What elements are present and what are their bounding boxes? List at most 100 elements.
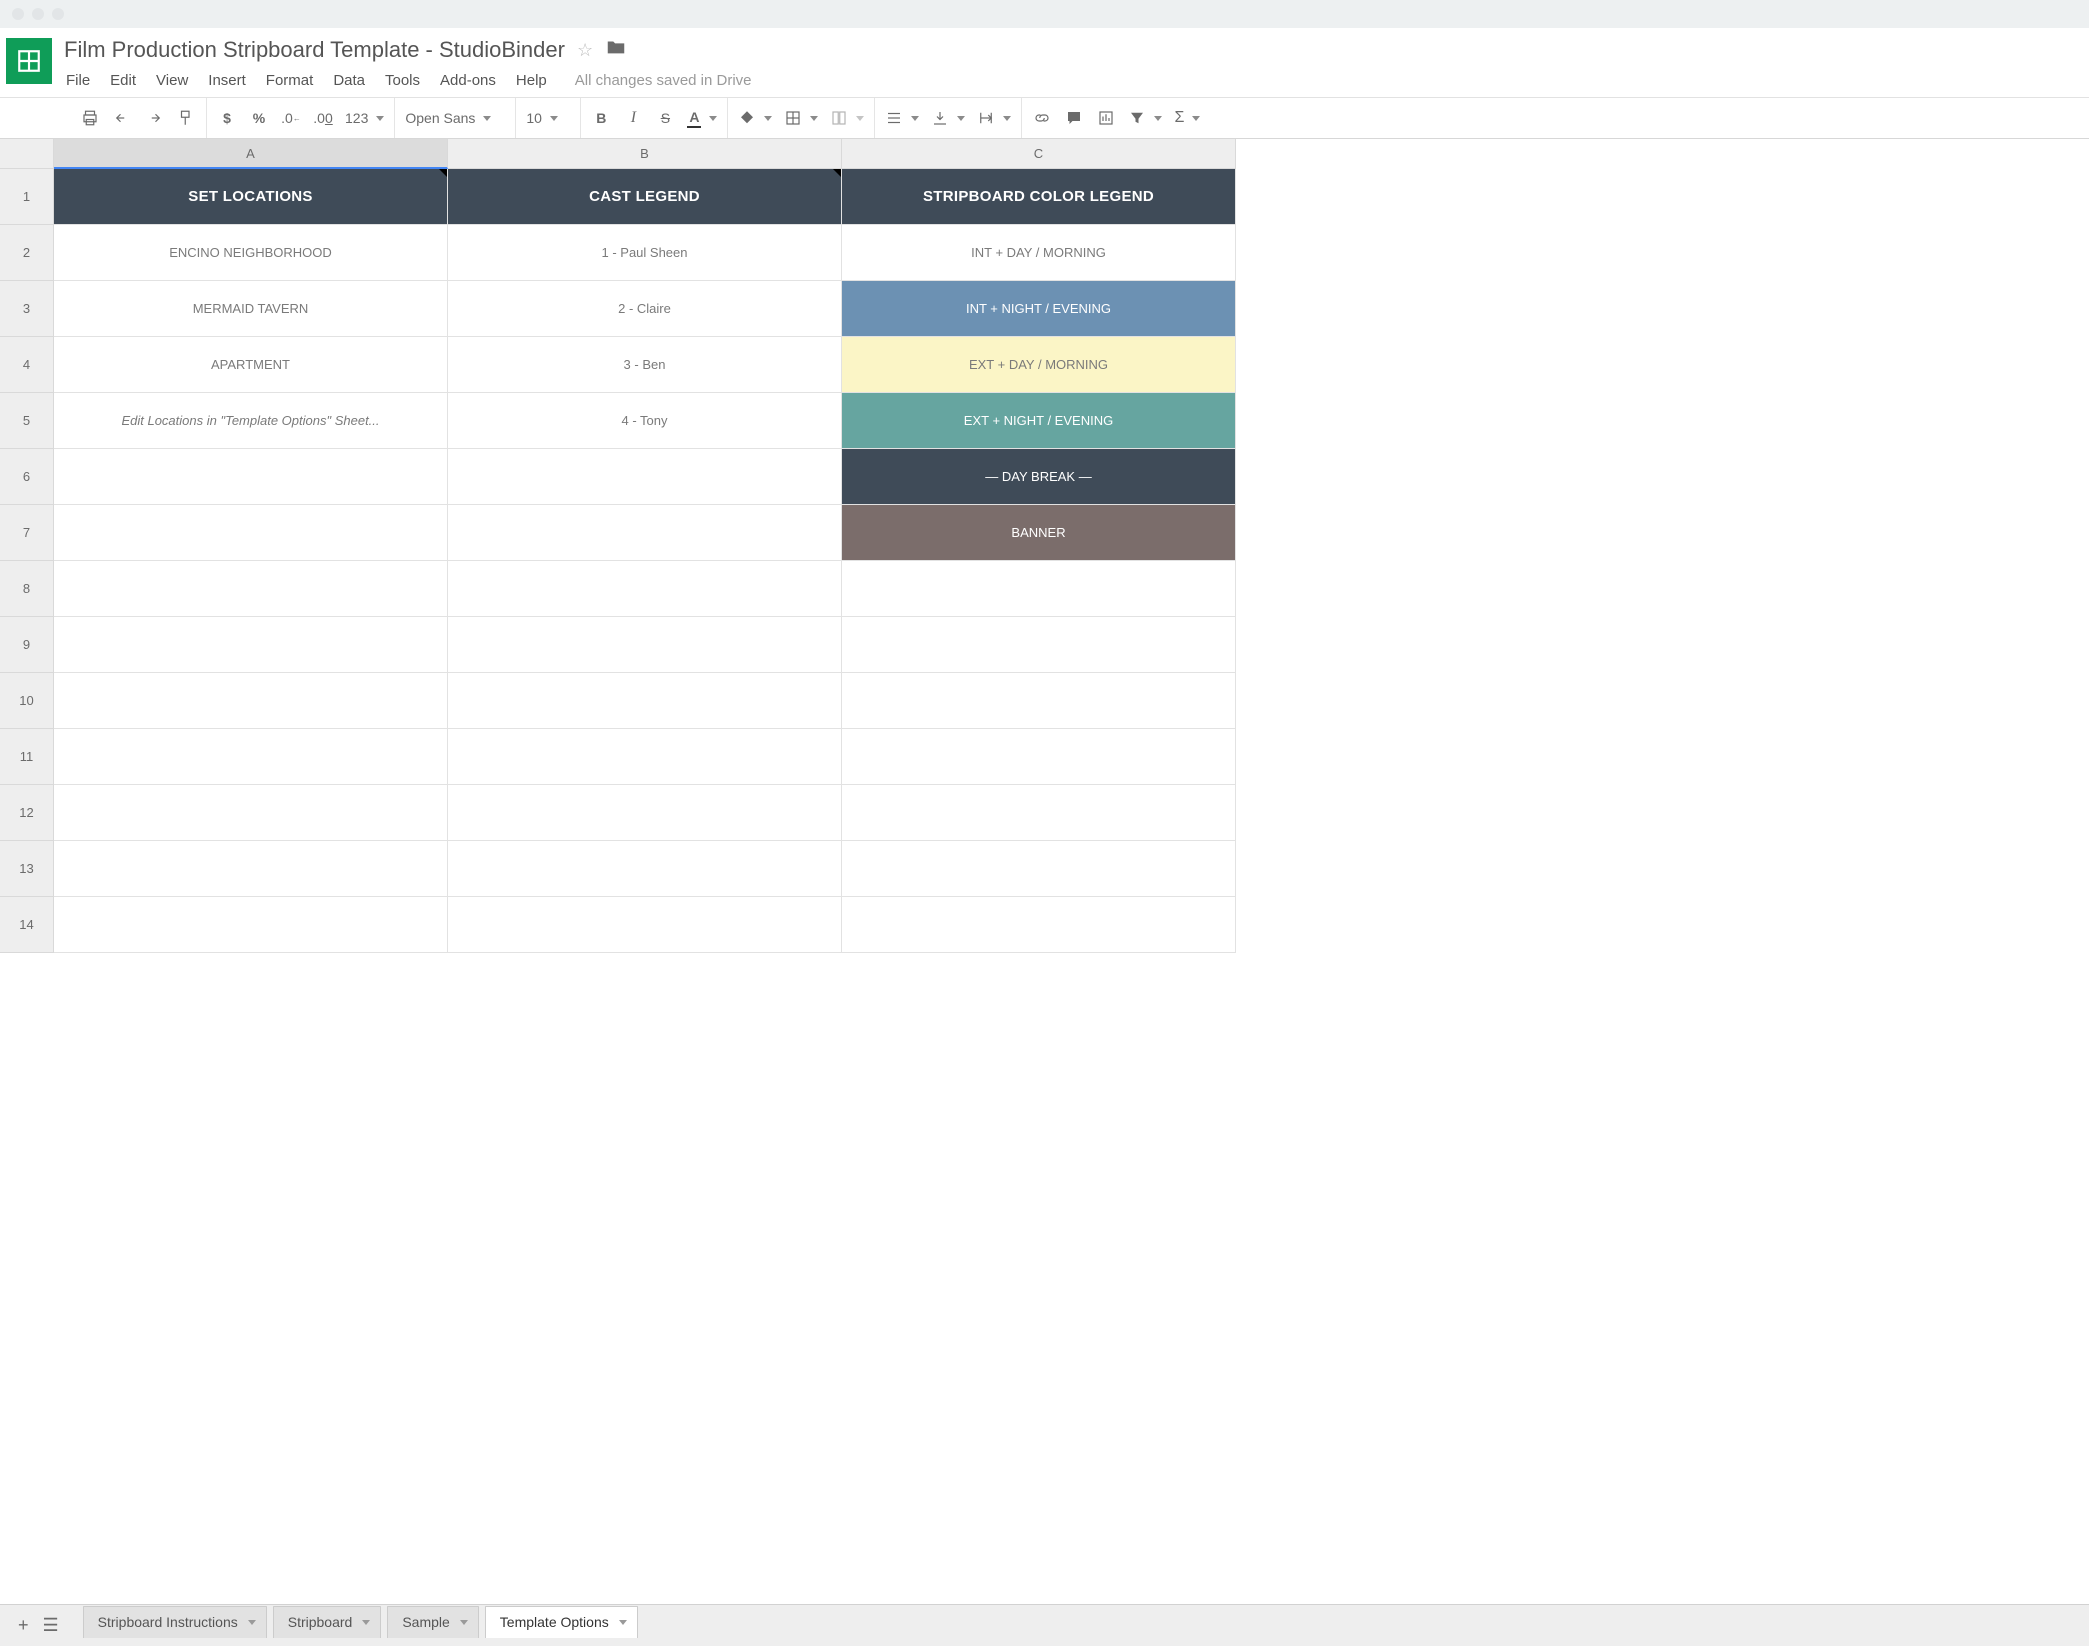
- cell-A3[interactable]: MERMAID TAVERN: [54, 281, 448, 337]
- cell-B6[interactable]: [448, 449, 842, 505]
- merge-cells-button[interactable]: [830, 109, 864, 127]
- cell-A6[interactable]: [54, 449, 448, 505]
- col-head-C[interactable]: C: [842, 139, 1236, 169]
- percent-button[interactable]: %: [249, 105, 269, 131]
- cell-B3[interactable]: 2 - Claire: [448, 281, 842, 337]
- number-format-select[interactable]: 123: [345, 110, 384, 126]
- cell-A8[interactable]: [54, 561, 448, 617]
- cell-C7[interactable]: BANNER: [842, 505, 1236, 561]
- star-icon[interactable]: ☆: [577, 40, 593, 61]
- mac-close-dot[interactable]: [12, 8, 24, 20]
- cell-A2[interactable]: ENCINO NEIGHBORHOOD: [54, 225, 448, 281]
- cell-C12[interactable]: [842, 785, 1236, 841]
- cell-B13[interactable]: [448, 841, 842, 897]
- cell-A10[interactable]: [54, 673, 448, 729]
- cell-B10[interactable]: [448, 673, 842, 729]
- bold-button[interactable]: B: [591, 105, 611, 131]
- cell-C3[interactable]: INT + NIGHT / EVENING: [842, 281, 1236, 337]
- italic-button[interactable]: I: [623, 105, 643, 131]
- row-head-12[interactable]: 12: [0, 785, 54, 841]
- cell-C9[interactable]: [842, 617, 1236, 673]
- row-head-5[interactable]: 5: [0, 393, 54, 449]
- sheet-tab-template-options[interactable]: Template Options: [485, 1606, 638, 1638]
- mac-max-dot[interactable]: [52, 8, 64, 20]
- borders-button[interactable]: [784, 109, 818, 127]
- undo-icon[interactable]: [112, 105, 132, 131]
- doc-title[interactable]: Film Production Stripboard Template - St…: [64, 37, 565, 63]
- font-size-select[interactable]: 10: [526, 110, 570, 126]
- all-sheets-button[interactable]: ☰: [43, 1615, 59, 1636]
- strikethrough-button[interactable]: S: [655, 105, 675, 131]
- filter-button[interactable]: [1128, 109, 1162, 127]
- menu-file[interactable]: File: [66, 72, 90, 89]
- cell-A7[interactable]: [54, 505, 448, 561]
- increase-decimals-button[interactable]: .00: [313, 105, 333, 131]
- print-icon[interactable]: [80, 105, 100, 131]
- mac-min-dot[interactable]: [32, 8, 44, 20]
- fill-color-button[interactable]: [738, 109, 772, 127]
- cell-C11[interactable]: [842, 729, 1236, 785]
- menu-view[interactable]: View: [156, 72, 188, 89]
- sheet-tab-instructions[interactable]: Stripboard Instructions: [83, 1606, 267, 1638]
- col-head-A[interactable]: A: [54, 139, 448, 169]
- row-head-14[interactable]: 14: [0, 897, 54, 953]
- text-wrap-button[interactable]: [977, 109, 1011, 127]
- cell-A1[interactable]: SET LOCATIONS: [54, 169, 448, 225]
- cell-C10[interactable]: [842, 673, 1236, 729]
- row-head-4[interactable]: 4: [0, 337, 54, 393]
- functions-button[interactable]: Σ: [1174, 109, 1200, 127]
- cell-C8[interactable]: [842, 561, 1236, 617]
- row-head-9[interactable]: 9: [0, 617, 54, 673]
- cell-C14[interactable]: [842, 897, 1236, 953]
- add-sheet-button[interactable]: +: [18, 1615, 29, 1636]
- redo-icon[interactable]: [144, 105, 164, 131]
- row-head-10[interactable]: 10: [0, 673, 54, 729]
- decrease-decimals-button[interactable]: .0←: [281, 105, 301, 131]
- insert-chart-icon[interactable]: [1096, 105, 1116, 131]
- menu-insert[interactable]: Insert: [208, 72, 246, 89]
- cell-A9[interactable]: [54, 617, 448, 673]
- folder-icon[interactable]: [605, 36, 627, 64]
- cell-B1[interactable]: CAST LEGEND: [448, 169, 842, 225]
- row-head-11[interactable]: 11: [0, 729, 54, 785]
- menu-tools[interactable]: Tools: [385, 72, 420, 89]
- row-head-13[interactable]: 13: [0, 841, 54, 897]
- cell-B12[interactable]: [448, 785, 842, 841]
- sheets-app-icon[interactable]: [6, 38, 52, 84]
- menu-format[interactable]: Format: [266, 72, 314, 89]
- text-color-button[interactable]: A: [687, 109, 717, 128]
- paint-format-icon[interactable]: [176, 105, 196, 131]
- row-head-1[interactable]: 1: [0, 169, 54, 225]
- row-head-6[interactable]: 6: [0, 449, 54, 505]
- sheet-tab-sample[interactable]: Sample: [387, 1606, 478, 1638]
- row-head-8[interactable]: 8: [0, 561, 54, 617]
- cell-C2[interactable]: INT + DAY / MORNING: [842, 225, 1236, 281]
- h-align-button[interactable]: [885, 109, 919, 127]
- cell-B8[interactable]: [448, 561, 842, 617]
- cell-C13[interactable]: [842, 841, 1236, 897]
- row-head-7[interactable]: 7: [0, 505, 54, 561]
- insert-comment-icon[interactable]: [1064, 105, 1084, 131]
- row-head-3[interactable]: 3: [0, 281, 54, 337]
- cell-C6[interactable]: — DAY BREAK —: [842, 449, 1236, 505]
- cell-A13[interactable]: [54, 841, 448, 897]
- cell-A5[interactable]: Edit Locations in "Template Options" She…: [54, 393, 448, 449]
- insert-link-icon[interactable]: [1032, 105, 1052, 131]
- menu-addons[interactable]: Add-ons: [440, 72, 496, 89]
- sheet-area[interactable]: A B C 1 SET LOCATIONS CAST LEGEND STRIPB…: [0, 139, 2089, 1604]
- currency-button[interactable]: $: [217, 105, 237, 131]
- cell-C5[interactable]: EXT + NIGHT / EVENING: [842, 393, 1236, 449]
- cell-C1[interactable]: STRIPBOARD COLOR LEGEND: [842, 169, 1236, 225]
- cell-A14[interactable]: [54, 897, 448, 953]
- v-align-button[interactable]: [931, 109, 965, 127]
- cell-B5[interactable]: 4 - Tony: [448, 393, 842, 449]
- menu-help[interactable]: Help: [516, 72, 547, 89]
- select-all-corner[interactable]: [0, 139, 54, 169]
- cell-B9[interactable]: [448, 617, 842, 673]
- cell-B14[interactable]: [448, 897, 842, 953]
- menu-edit[interactable]: Edit: [110, 72, 136, 89]
- col-head-B[interactable]: B: [448, 139, 842, 169]
- row-head-2[interactable]: 2: [0, 225, 54, 281]
- cell-B7[interactable]: [448, 505, 842, 561]
- cell-B11[interactable]: [448, 729, 842, 785]
